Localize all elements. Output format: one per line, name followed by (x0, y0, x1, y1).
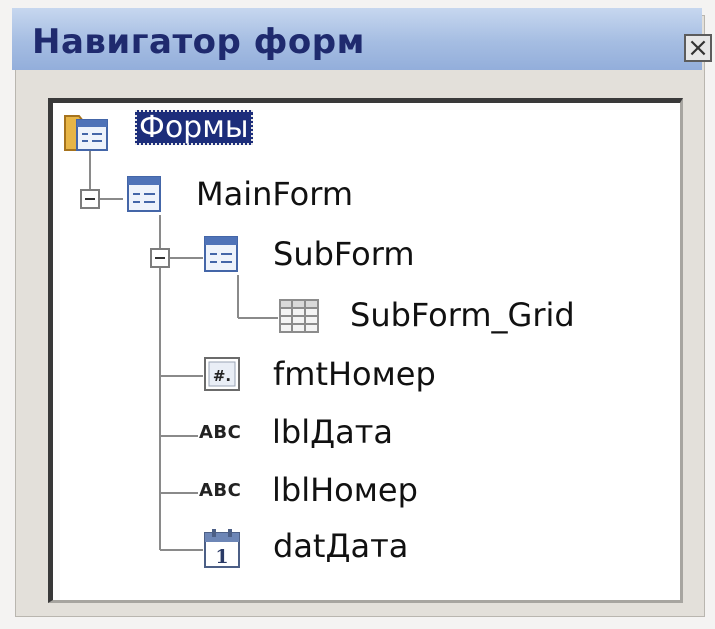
close-icon: × (687, 33, 709, 63)
expander-minus-icon[interactable] (80, 189, 100, 209)
form-icon (127, 176, 161, 212)
table-grid-icon (279, 299, 319, 333)
date-field-icon: 1 (204, 529, 240, 568)
tree-item-label: MainForm (196, 175, 353, 213)
tree-item-label: fmtНомер (273, 355, 436, 393)
expander-minus-icon[interactable] (150, 248, 170, 268)
tree-item-label: SubForm_Grid (350, 296, 575, 334)
tree-item-label: lblНомер (272, 471, 418, 509)
tree-item-label: datДата (273, 527, 409, 565)
calendar-day-glyph: 1 (215, 546, 228, 568)
form-icon (204, 236, 238, 272)
formatted-field-glyph: #. (213, 367, 231, 385)
title-bar[interactable]: Навигатор форм × (12, 8, 712, 70)
formatted-field-icon: #. (204, 357, 240, 391)
window-title: Навигатор форм (32, 22, 365, 62)
tree-item-label: Формы (135, 110, 253, 145)
close-button[interactable]: × (684, 34, 712, 62)
forms-folder-icon (64, 115, 108, 151)
label-abc-icon: ABC (199, 422, 242, 443)
tree-item-label: lblДата (272, 413, 393, 451)
label-abc-icon: ABC (199, 480, 242, 501)
form-tree[interactable]: Формы MainForm SubForm SubForm_Grid #. f… (48, 98, 683, 603)
tree-item-label: SubForm (273, 235, 415, 273)
